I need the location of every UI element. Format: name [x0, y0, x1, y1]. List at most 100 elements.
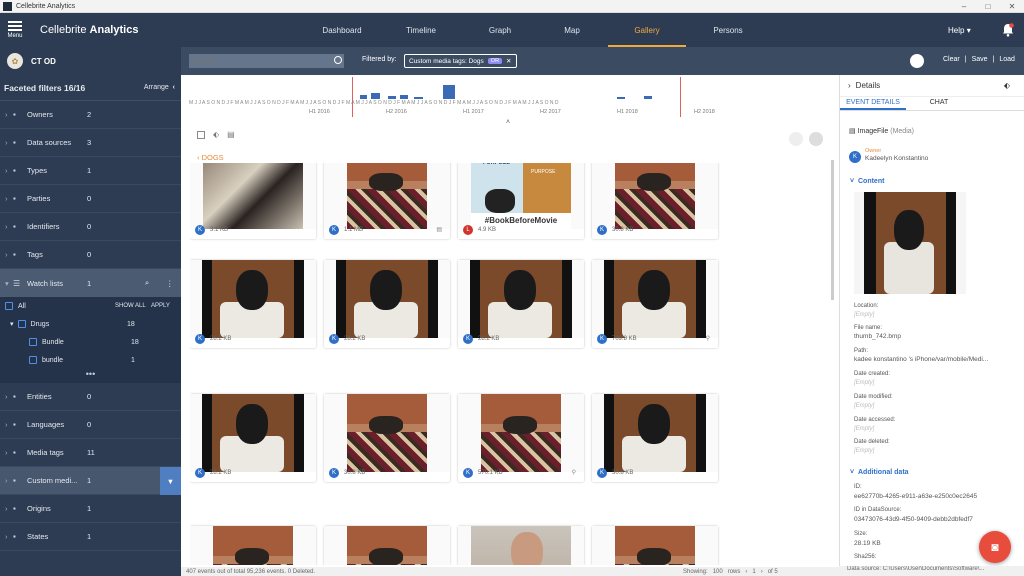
checkbox[interactable] [17, 320, 26, 328]
filter-custom-medi-[interactable]: › ▪ Custom medi... 1 ▼ [0, 467, 181, 495]
checkbox[interactable] [29, 338, 37, 346]
tag-icon[interactable]: ⬖ [213, 130, 219, 139]
filter-media-tags[interactable]: › ▪ Media tags 11 [0, 439, 181, 467]
tab-event-details[interactable]: EVENT DETAILS [840, 97, 906, 110]
case-selector[interactable]: ✿ CT OD [0, 47, 181, 75]
content-section[interactable]: ˅ Content [850, 178, 884, 185]
help-menu[interactable]: Help ▾ [948, 13, 971, 47]
filter-states[interactable]: › ▪ States 1 [0, 523, 181, 551]
document-icon[interactable]: ▤ [227, 130, 235, 139]
gallery-card[interactable] [324, 526, 450, 565]
filter-operator-badge[interactable]: OR [487, 58, 503, 64]
thumbnail-image[interactable] [190, 394, 316, 472]
filter-entities[interactable]: › ▪ Entities 0 [0, 383, 181, 411]
funnel-icon[interactable]: ▼ [160, 467, 181, 495]
more-icon[interactable]: ⋮ [166, 279, 174, 288]
thumbnail-image[interactable] [592, 526, 718, 565]
search-icon[interactable] [334, 56, 342, 64]
thumbnail-image[interactable] [324, 163, 450, 229]
filter-languages[interactable]: › ▪ Languages 0 [0, 411, 181, 439]
range-end-handle[interactable] [680, 77, 681, 117]
thumbnail-image[interactable] [190, 526, 316, 565]
gallery-card[interactable]: K 28.2 KB [190, 394, 316, 482]
load-button[interactable]: Load [999, 56, 1015, 63]
page-input[interactable]: 1 [752, 569, 755, 575]
rows-per-page-select[interactable]: 100 [713, 569, 723, 575]
tab-map[interactable]: Map [536, 13, 608, 47]
additional-data-section[interactable]: ˅ Additional data [850, 469, 909, 476]
search-icon[interactable]: ⌕ [145, 278, 149, 288]
doc-icon[interactable]: ▤ [436, 226, 442, 233]
tab-graph[interactable]: Graph [464, 13, 536, 47]
thumbnail-image[interactable] [324, 394, 450, 472]
thumbnail-image[interactable]: DOG'SPURPOSEPURPOSE#BookBeforeMovie [458, 163, 584, 229]
checkbox[interactable] [29, 356, 37, 364]
filter-owners[interactable]: › ▪ Owners 2 [0, 101, 181, 129]
search-input[interactable] [189, 54, 344, 68]
menu-button[interactable]: Menu [0, 13, 30, 47]
tab-chat[interactable]: CHAT [906, 97, 972, 110]
camera-fab-button[interactable]: ◙ [979, 531, 1011, 563]
filter-tags[interactable]: › ▪ Tags 0 [0, 241, 181, 269]
timeline-strip[interactable]: M J J A S O N D J F M A M J J A S O N D … [189, 77, 834, 117]
thumbnail-image[interactable] [592, 260, 718, 338]
close-window-button[interactable]: ✕ [1000, 2, 1024, 11]
thumbnail-image[interactable] [190, 163, 316, 229]
filter-data-sources[interactable]: › ▪ Data sources 3 [0, 129, 181, 157]
gallery-card[interactable]: DOG'SPURPOSEPURPOSE#BookBeforeMovieL4.9 … [458, 163, 584, 239]
gallery-card[interactable] [190, 526, 316, 565]
more-filters-toggle[interactable]: ••• [0, 369, 181, 383]
view-mode-icon[interactable] [809, 132, 823, 146]
export-icon[interactable] [789, 132, 803, 146]
filter-origins[interactable]: › ▪ Origins 1 [0, 495, 181, 523]
filter-parties[interactable]: › ▪ Parties 0 [0, 185, 181, 213]
show-all-button[interactable]: SHOW ALL [115, 303, 146, 309]
checkbox[interactable] [5, 302, 13, 310]
bell-icon[interactable] [1002, 23, 1014, 37]
tab-persons[interactable]: Persons [686, 13, 770, 47]
pin-icon[interactable]: ⚲ [706, 335, 710, 342]
gallery-card[interactable]: K 30.8 KB [592, 163, 718, 239]
watch-item[interactable]: Bundle 18 [0, 333, 181, 351]
tab-gallery[interactable]: Gallery [608, 13, 686, 47]
thumbnail-image[interactable] [592, 394, 718, 472]
close-icon[interactable]: ✕ [506, 57, 511, 65]
filter-watch-lists[interactable]: ▾ ☰ Watch lists 1 ⌕ ⋮ [0, 269, 181, 297]
thumbnail-image[interactable] [458, 394, 584, 472]
globe-toggle-icon[interactable] [910, 54, 924, 68]
gallery-card[interactable] [458, 526, 584, 565]
filter-chip[interactable]: Custom media tags: Dogs OR ✕ [404, 54, 517, 68]
prev-page-icon[interactable]: ‹ [745, 569, 747, 575]
tag-icon[interactable]: ⬖ [1004, 81, 1010, 90]
thumbnail-image[interactable] [324, 260, 450, 338]
tab-dashboard[interactable]: Dashboard [306, 13, 378, 47]
tab-timeline[interactable]: Timeline [378, 13, 464, 47]
gallery-card[interactable]: K 709.8 KB ⚲ [592, 260, 718, 348]
chevron-up-icon[interactable]: ˄ [506, 119, 510, 126]
filter-types[interactable]: › ▪ Types 1 [0, 157, 181, 185]
gallery-card[interactable]: K 28.2 KB [458, 260, 584, 348]
arrange-button[interactable]: Arrange ‹ [144, 84, 175, 91]
thumbnail-image[interactable] [592, 163, 718, 229]
gallery-card[interactable]: K 28.2 KB [190, 260, 316, 348]
gallery-card[interactable]: K 1.1 MB ▤ [324, 163, 450, 239]
thumbnail-image[interactable] [324, 526, 450, 565]
save-button[interactable]: Save [972, 56, 988, 63]
gallery-card[interactable]: K 3.1 KB [190, 163, 316, 239]
thumbnail-image[interactable] [190, 260, 316, 338]
clear-button[interactable]: Clear [943, 56, 960, 63]
gallery-card[interactable]: K 570.1 KB ⚲ [458, 394, 584, 482]
watch-group-row[interactable]: ▾ Drugs 18 [0, 315, 181, 333]
select-all-checkbox[interactable] [197, 130, 205, 139]
scrollbar[interactable] [831, 160, 834, 300]
apply-button[interactable]: APPLY [151, 303, 170, 309]
next-page-icon[interactable]: › [761, 569, 763, 575]
maximize-button[interactable]: □ [976, 2, 1000, 11]
watch-all-row[interactable]: All SHOW ALL APPLY [0, 297, 181, 315]
gallery-card[interactable] [592, 526, 718, 565]
pin-icon[interactable]: ⚲ [572, 469, 576, 476]
thumbnail-image[interactable] [458, 260, 584, 338]
minimize-button[interactable]: – [952, 2, 976, 11]
thumbnail-image[interactable] [458, 526, 584, 565]
gallery-card[interactable]: K 28.2 KB [324, 260, 450, 348]
